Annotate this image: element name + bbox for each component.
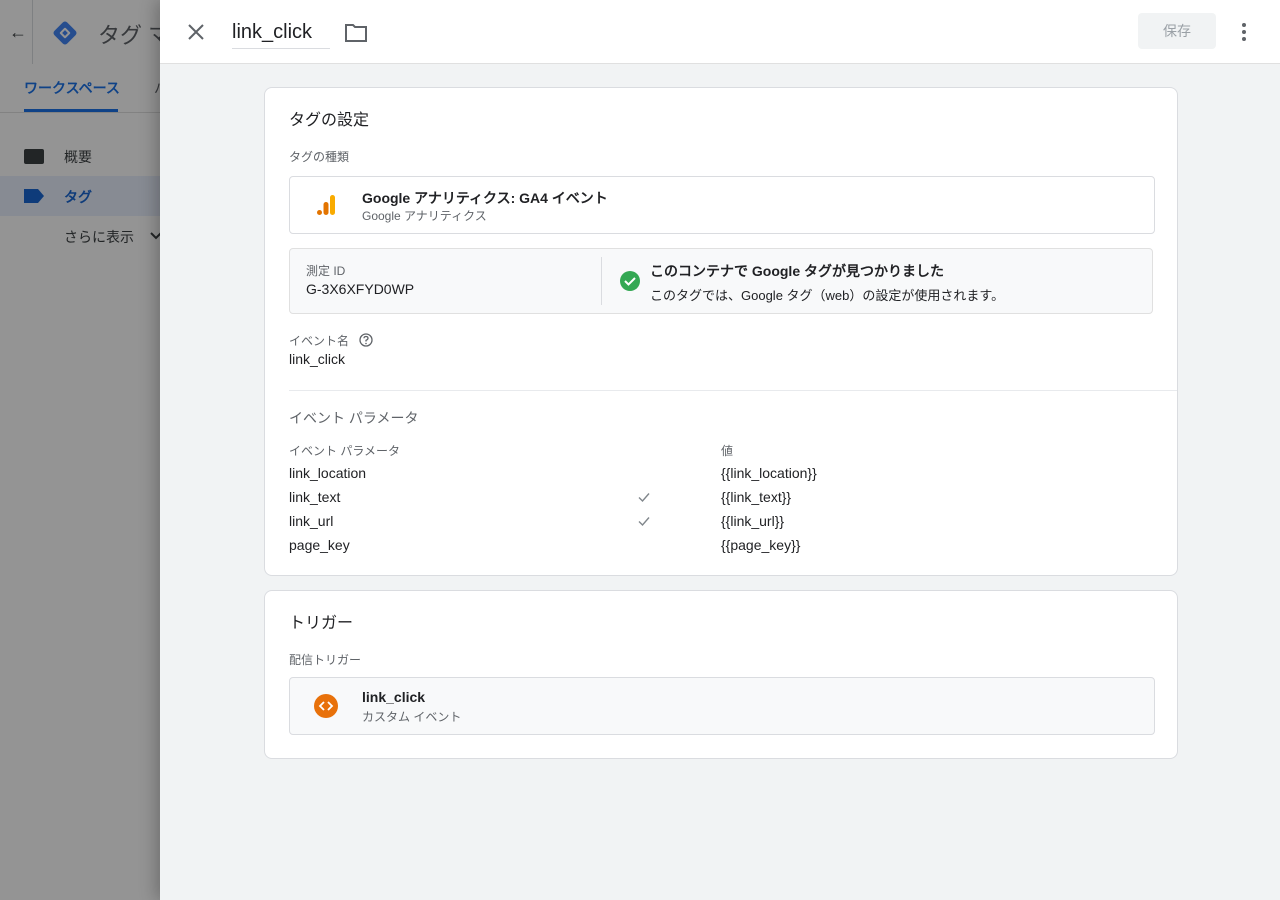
param-name: page_key <box>289 537 350 553</box>
param-value: {{link_url}} <box>721 513 785 529</box>
save-button[interactable]: 保存 <box>1138 13 1216 49</box>
param-value: {{page_key}} <box>721 537 801 553</box>
check-circle-icon <box>620 271 640 291</box>
trigger-type: カスタム イベント <box>362 710 462 724</box>
tag-config-title: タグの設定 <box>289 112 370 129</box>
params-header-name: イベント パラメータ <box>289 444 400 458</box>
firing-triggers-label: 配信トリガー <box>289 653 362 667</box>
tag-type-label: タグの種類 <box>289 150 350 164</box>
param-value: {{link_location}} <box>721 465 817 481</box>
measurement-id-label: 測定 ID <box>306 264 346 278</box>
table-row: link_url {{link_url}} <box>265 509 1177 533</box>
google-tag-found-desc: このタグでは、Google タグ（web）の設定が使用されます。 <box>650 288 1005 303</box>
param-value: {{link_text}} <box>721 489 792 505</box>
params-header-value: 値 <box>721 444 734 458</box>
custom-event-icon <box>314 694 338 718</box>
section-divider <box>289 390 1177 391</box>
table-row: link_location {{link_location}} <box>265 461 1177 485</box>
panel-toolbar: 保存 <box>160 0 1280 64</box>
trigger-title: トリガー <box>289 615 354 632</box>
event-params-title: イベント パラメータ <box>289 410 419 426</box>
param-name: link_url <box>289 513 334 529</box>
tag-name-input[interactable] <box>232 16 330 49</box>
tag-type-sub: Google アナリティクス <box>362 209 487 223</box>
tag-editor-panel: 保存 タグの設定 タグの種類 Google アナリティクス: GA4 イベント … <box>160 0 1280 900</box>
check-icon <box>638 517 650 527</box>
google-analytics-icon <box>317 195 335 215</box>
triggering-card[interactable]: トリガー 配信トリガー link_click カスタム イベント <box>264 590 1178 759</box>
param-name: link_location <box>289 465 367 481</box>
tag-type-box[interactable]: Google アナリティクス: GA4 イベント Google アナリティクス <box>289 176 1155 234</box>
tag-type-name: Google アナリティクス: GA4 イベント <box>362 190 608 206</box>
check-icon <box>638 493 650 503</box>
google-tag-found-title: このコンテナで Google タグが見つかりました <box>650 263 944 279</box>
event-name-value: link_click <box>289 351 346 367</box>
trigger-name: link_click <box>362 689 426 705</box>
table-row: link_text {{link_text}} <box>265 485 1177 509</box>
measurement-id-value: G-3X6XFYD0WP <box>306 281 415 297</box>
folder-outline-icon[interactable] <box>344 22 368 44</box>
tag-configuration-card[interactable]: タグの設定 タグの種類 Google アナリティクス: GA4 イベント Goo… <box>264 87 1178 576</box>
more-vert-icon[interactable] <box>1232 20 1256 44</box>
event-name-label: イベント名 <box>289 334 350 348</box>
close-icon[interactable] <box>184 20 208 44</box>
param-name: link_text <box>289 489 341 505</box>
help-icon[interactable] <box>359 333 373 347</box>
box-separator <box>601 257 602 305</box>
table-row: page_key {{page_key}} <box>265 533 1177 557</box>
measurement-id-box: 測定 ID G-3X6XFYD0WP このコンテナで Google タグが見つか… <box>289 248 1153 314</box>
trigger-item[interactable]: link_click カスタム イベント <box>289 677 1155 735</box>
